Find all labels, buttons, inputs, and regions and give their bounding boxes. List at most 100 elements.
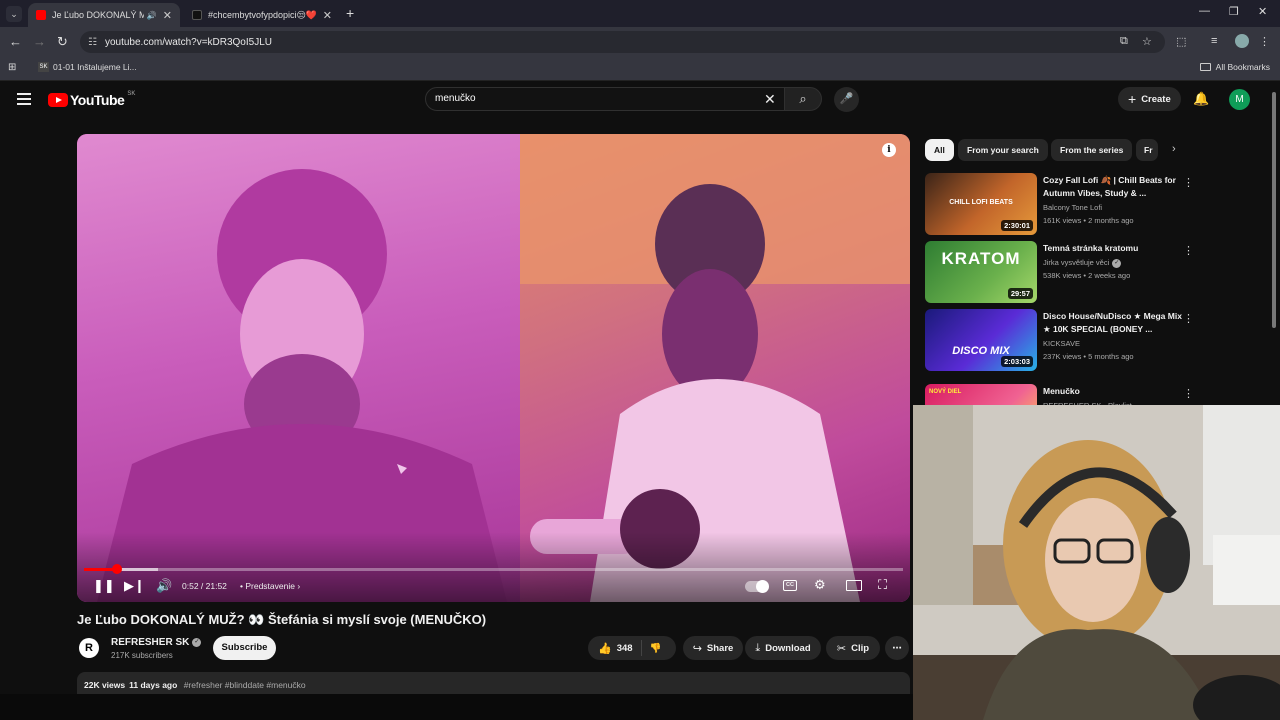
share-arrow-icon: ↪ [692,642,702,655]
rec-menu-icon[interactable]: ⋮ [1183,312,1194,325]
subscriber-count: 217K subscribers [111,651,173,660]
fullscreen-icon[interactable]: ⛶ [878,577,887,595]
next-video-icon[interactable]: ▶❙ [124,578,145,596]
bookmark-star-icon[interactable]: ☆ [1142,35,1152,48]
plus-icon: + [1128,91,1137,107]
verified-check-icon: ✓ [192,637,202,647]
voice-search-mic-icon[interactable]: 🎤 [834,87,859,112]
all-bookmarks-button[interactable]: All Bookmarks [1199,62,1270,72]
info-icon[interactable]: i [882,143,896,157]
tab-tiktok[interactable]: #chcembytvofypdopici😒❤️# ✕ [184,3,340,27]
rec-title[interactable]: Cozy Fall Lofi 🍂 | Chill Beats for Autum… [1043,174,1183,199]
back-icon[interactable]: ← [9,34,22,49]
create-button[interactable]: + Create [1118,87,1181,111]
autoplay-toggle[interactable] [745,580,769,593]
minimize-icon[interactable]: — [1199,5,1210,17]
chip-from-the-series[interactable]: From the series [1051,139,1133,161]
tab-youtube-video[interactable]: Je Ľubo DOKONALÝ MUŽ? 👀 Štefánia si mysl… [28,3,180,27]
youtube-logo[interactable]: YouTube SK [48,91,135,108]
rec-title[interactable]: Menučko [1043,385,1183,398]
progress-bar[interactable] [84,568,903,571]
tab-close-icon[interactable]: ✕ [323,9,332,22]
forward-icon[interactable]: → [33,34,46,49]
settings-gear-icon[interactable]: ⚙ [814,577,826,595]
subtitles-cc-icon[interactable]: CC [783,580,797,591]
profile-avatar[interactable] [1235,34,1249,48]
address-bar[interactable]: ☷ youtube.com/watch?v=kDR3QoI5JLU [80,31,1165,53]
hamburger-menu-icon[interactable] [17,93,31,105]
clip-label: Clip [851,642,870,654]
pause-icon[interactable]: ❚❚ [93,578,115,596]
browser-menu-icon[interactable]: ⋮ [1259,35,1270,48]
rec-menu-icon[interactable]: ⋮ [1183,176,1194,189]
thumbnail-text: NOVÝ DIEL [929,389,962,395]
youtube-wordmark: YouTube [70,92,125,108]
video-player[interactable]: i ❚❚ ▶❙ 🔊 0:52 / 21:52 • Predstavenie › … [77,134,910,602]
account-avatar[interactable]: M [1229,89,1250,110]
restore-icon[interactable]: ❐ [1229,5,1239,18]
reload-icon[interactable]: ↻ [57,34,68,50]
apps-grid-icon[interactable]: ⊞ [8,62,16,73]
subscribe-button[interactable]: Subscribe [213,636,276,660]
media-control-icon[interactable]: ≡ [1211,35,1217,47]
rec-title[interactable]: Temná stránka kratomu [1043,242,1183,255]
chapter-button[interactable]: • Predstavenie › [240,581,300,591]
dislike-button[interactable]: 👎 [642,643,662,654]
duration-badge: 2:30:01 [1001,220,1033,231]
chip-partial[interactable]: Fr [1136,139,1158,161]
create-label: Create [1141,93,1171,105]
site-info-icon[interactable]: ☷ [88,37,97,48]
extensions-icon[interactable]: ⬚ [1176,35,1186,48]
controls-gradient [77,532,910,602]
tab-search-icon[interactable]: ⌄ [6,6,22,22]
channel-avatar[interactable]: R [79,638,99,658]
browser-tabstrip: ⌄ Je Ľubo DOKONALÝ MUŽ? 👀 Štefánia si my… [0,0,1280,27]
rec-channel[interactable]: KICKSAVE [1043,339,1080,348]
rec-channel[interactable]: Balcony Tone Lofi [1043,203,1102,212]
share-button[interactable]: ↪ Share [683,636,743,660]
time-display: 0:52 / 21:52 [182,581,227,591]
video-thumbnail[interactable]: DISCO MIX 2:03:03 [925,309,1037,371]
recommendation-item[interactable]: CHILL LOFI BEATS 2:30:01 Cozy Fall Lofi … [925,173,1270,235]
clip-button[interactable]: ✂ Clip [826,636,880,660]
download-button[interactable]: ⤓ Download [745,636,821,660]
search-button[interactable]: ⌕ [784,87,822,111]
duration-badge: 29:57 [1007,288,1033,299]
clear-search-icon[interactable]: ✕ [764,91,776,108]
audio-playing-icon[interactable]: 🔊 [147,11,157,20]
folder-icon [1199,63,1211,71]
video-thumbnail[interactable]: CHILL LOFI BEATS 2:30:01 [925,173,1037,235]
description-box[interactable]: 22K views 11 days ago #refresher #blindda… [77,672,910,694]
tab-close-icon[interactable]: ✕ [163,9,172,22]
scrubber-handle[interactable] [111,564,122,574]
share-label: Share [706,642,734,654]
like-button[interactable]: 👍 348 [588,640,642,656]
bookmark-label: 01-01 Inštalujeme Li... [53,62,137,72]
rec-channel-row[interactable]: Jirka vysvětluje věci ✓ [1043,258,1122,268]
hashtags[interactable]: #refresher #blinddate #menučko [184,680,306,690]
chevron-right-icon[interactable]: › [1172,143,1176,155]
page-scrollbar[interactable] [1272,92,1276,328]
chip-from-your-search[interactable]: From your search [958,139,1048,161]
youtube-favicon-icon [36,10,46,20]
more-actions-icon[interactable]: ⋯ [885,636,909,660]
channel-name-row[interactable]: REFRESHER SK ✓ [111,637,202,648]
url-text: youtube.com/watch?v=kDR3QoI5JLU [104,36,272,48]
close-window-icon[interactable]: ✕ [1258,5,1267,18]
bookmark-item[interactable]: SK 01-01 Inštalujeme Li... [38,62,137,72]
install-app-icon[interactable]: ⧉ [1120,35,1128,48]
notifications-bell-icon[interactable]: 🔔 [1193,91,1209,107]
video-thumbnail[interactable]: KRATOM 29:57 [925,241,1037,303]
rec-menu-icon[interactable]: ⋮ [1183,244,1194,257]
theater-mode-icon[interactable] [846,580,862,591]
recommendation-item[interactable]: DISCO MIX 2:03:03 Disco House/NuDisco ★ … [925,309,1270,371]
rec-title[interactable]: Disco House/NuDisco ★ Mega Mix ★ 10K SPE… [1043,310,1183,335]
new-tab-button[interactable]: + [346,5,354,21]
channel-name: REFRESHER SK [111,637,190,648]
video-title: Je Ľubo DOKONALÝ MUŽ? 👀 Štefánia si mysl… [77,612,487,627]
rec-menu-icon[interactable]: ⋮ [1183,387,1194,400]
search-input[interactable]: menučko [425,87,785,111]
volume-icon[interactable]: 🔊 [156,578,172,596]
chip-all[interactable]: All [925,139,954,161]
recommendation-item[interactable]: KRATOM 29:57 Temná stránka kratomu Jirka… [925,241,1270,303]
